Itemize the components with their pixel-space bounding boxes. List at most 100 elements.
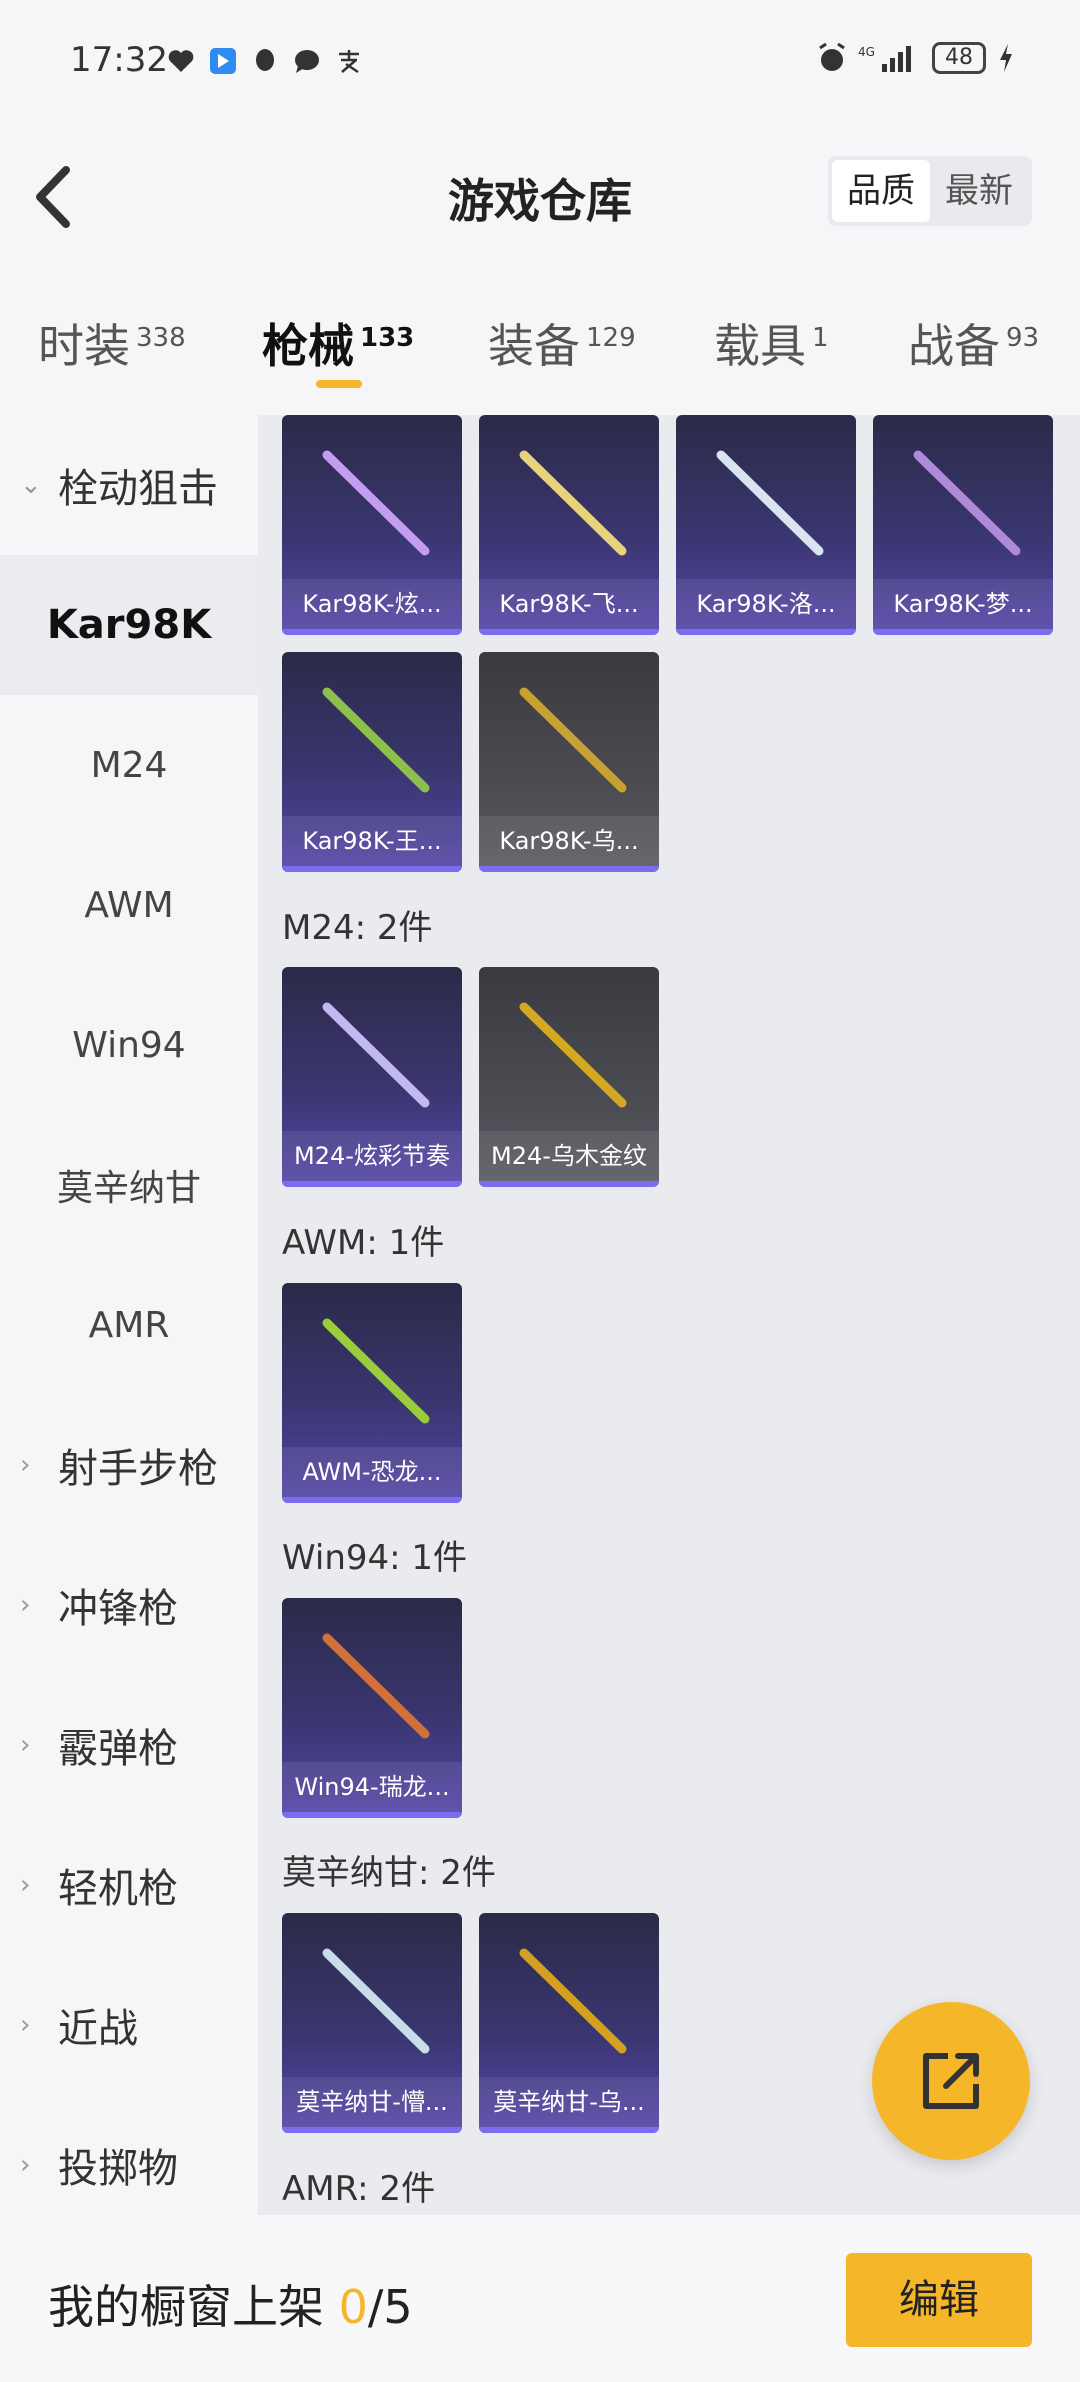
item-name: Kar98K-飞... (479, 579, 659, 629)
item-card[interactable]: Kar98K-梦... (873, 415, 1053, 635)
chevron-right-icon: › (20, 1870, 31, 1900)
header: 游戏仓库 品质 最新 (0, 110, 1080, 280)
sidebar-item-m24[interactable]: M24 (0, 695, 258, 835)
section-header: AWM: 1件 (282, 1223, 445, 1263)
item-card[interactable]: Kar98K-王... (282, 652, 462, 872)
chevron-right-icon: › (20, 2010, 31, 2040)
item-name: 莫辛纳甘-乌... (479, 2077, 659, 2127)
item-name: Kar98K-梦... (873, 579, 1053, 629)
share-button[interactable] (872, 2002, 1030, 2160)
section-header: Win94: 1件 (282, 1538, 468, 1578)
sort-newest-button[interactable]: 最新 (930, 160, 1028, 222)
alipay-icon (339, 50, 359, 74)
app-icon (210, 48, 236, 74)
item-name: Kar98K-洛... (676, 579, 856, 629)
item-card[interactable]: Kar98K-乌... (479, 652, 659, 872)
item-card[interactable]: M24-炫彩节奏 (282, 967, 462, 1187)
item-name: Kar98K-炫... (282, 579, 462, 629)
alarm-icon (819, 42, 845, 71)
item-name: 莫辛纳甘-懵... (282, 2077, 462, 2127)
showcase-status: 我的橱窗上架 0/5 (48, 2280, 413, 2334)
item-card[interactable]: AWM-恐龙... (282, 1283, 462, 1503)
external-link-icon (923, 2053, 979, 2109)
item-card[interactable]: Kar98K-炫... (282, 415, 462, 635)
item-name: Kar98K-乌... (479, 816, 659, 866)
category-tabs: 时装 338 枪械 133 装备 129 载具 1 战备 93 (0, 280, 1080, 415)
sidebar-item-amr[interactable]: AMR (0, 1255, 258, 1395)
active-tab-indicator (316, 380, 362, 388)
system-indicators: 4G 48 (816, 42, 1016, 74)
section-header: AMR: 2件 (282, 2169, 436, 2209)
rifle-icon (322, 1633, 430, 1739)
sidebar-group-marksman[interactable]: › 射手步枪 (0, 1395, 258, 1535)
sidebar-group-smg[interactable]: › 冲锋枪 (0, 1535, 258, 1675)
sidebar-group-melee[interactable]: › 近战 (0, 1955, 258, 2095)
tab-fashion[interactable]: 时装 338 (38, 310, 186, 376)
chevron-down-icon: ⌄ (20, 470, 42, 500)
tab-count: 338 (136, 322, 186, 353)
chevron-right-icon: › (20, 1450, 31, 1480)
bottom-bar: 我的橱窗上架 0/5 编辑 (0, 2215, 1080, 2382)
item-name: M24-炫彩节奏 (282, 1131, 462, 1181)
item-name: Kar98K-王... (282, 816, 462, 866)
rifle-icon (322, 1948, 430, 2054)
item-name: AWM-恐龙... (282, 1447, 462, 1497)
signal-icon: 4G (858, 45, 911, 72)
charging-icon (1000, 44, 1012, 72)
item-card[interactable]: 莫辛纳甘-懵... (282, 1913, 462, 2133)
sidebar-item-kar98k[interactable]: Kar98K (0, 555, 258, 695)
sidebar-group-shotgun[interactable]: › 霰弹枪 (0, 1675, 258, 1815)
chevron-right-icon: › (20, 1590, 31, 1620)
section-header: M24: 2件 (282, 908, 433, 948)
sort-quality-button[interactable]: 品质 (832, 160, 930, 222)
edit-button[interactable]: 编辑 (846, 2253, 1032, 2347)
rifle-icon (322, 450, 430, 556)
chevron-right-icon: › (20, 1730, 31, 1760)
tab-guns[interactable]: 枪械 133 (262, 310, 414, 376)
chevron-right-icon: › (20, 2150, 31, 2180)
sidebar-group-bolt-action[interactable]: ⌄ 栓动狙击 (0, 415, 258, 555)
rifle-icon (322, 687, 430, 793)
rifle-icon (519, 1002, 627, 1108)
item-card[interactable]: 莫辛纳甘-乌... (479, 1913, 659, 2133)
heart-icon (168, 50, 194, 72)
item-card[interactable]: M24-乌木金纹 (479, 967, 659, 1187)
sidebar-group-throwables[interactable]: › 投掷物 (0, 2095, 258, 2235)
message-icon (295, 50, 319, 73)
svg-text:4G: 4G (858, 45, 875, 59)
item-card[interactable]: Win94-瑞龙... (282, 1598, 462, 1818)
item-name: Win94-瑞龙... (282, 1762, 462, 1812)
tab-count: 1 (812, 322, 829, 353)
battery-indicator: 48 (932, 42, 986, 74)
tab-count: 133 (360, 322, 415, 353)
sidebar-item-win94[interactable]: Win94 (0, 975, 258, 1115)
sort-toggle: 品质 最新 (828, 156, 1032, 226)
item-card[interactable]: Kar98K-洛... (676, 415, 856, 635)
rifle-icon (519, 450, 627, 556)
tab-combat-gear[interactable]: 战备 93 (908, 310, 1039, 376)
status-bar: 17:32 4G 48 (0, 0, 1080, 110)
rifle-icon (519, 687, 627, 793)
tab-count: 93 (1006, 322, 1040, 353)
sidebar-item-mosin[interactable]: 莫辛纳甘 (0, 1115, 258, 1255)
showcase-total: /5 (367, 2280, 413, 2334)
rifle-icon (519, 1948, 627, 2054)
section-header: 莫辛纳甘: 2件 (282, 1853, 496, 1893)
status-time: 17:32 (70, 40, 168, 80)
rifle-icon (322, 1002, 430, 1108)
notification-icons (166, 46, 364, 76)
sidebar-group-lmg[interactable]: › 轻机枪 (0, 1815, 258, 1955)
tab-equipment[interactable]: 装备 129 (488, 310, 636, 376)
rifle-icon (322, 1318, 430, 1424)
tab-vehicles[interactable]: 载具 1 (714, 310, 829, 376)
rifle-icon (913, 450, 1021, 556)
tab-count: 129 (586, 322, 636, 353)
sidebar: ⌄ 栓动狙击 Kar98K M24 AWM Win94 莫辛纳甘 AMR › 射手步… (0, 415, 258, 2215)
item-name: M24-乌木金纹 (479, 1131, 659, 1181)
showcase-count: 0 (338, 2280, 368, 2334)
sidebar-item-awm[interactable]: AWM (0, 835, 258, 975)
item-card[interactable]: Kar98K-飞... (479, 415, 659, 635)
rifle-icon (716, 450, 824, 556)
item-grid: Kar98K-炫... Kar98K-飞... Kar98K-洛... Kar9… (258, 415, 1080, 2215)
qq-icon (256, 49, 274, 71)
